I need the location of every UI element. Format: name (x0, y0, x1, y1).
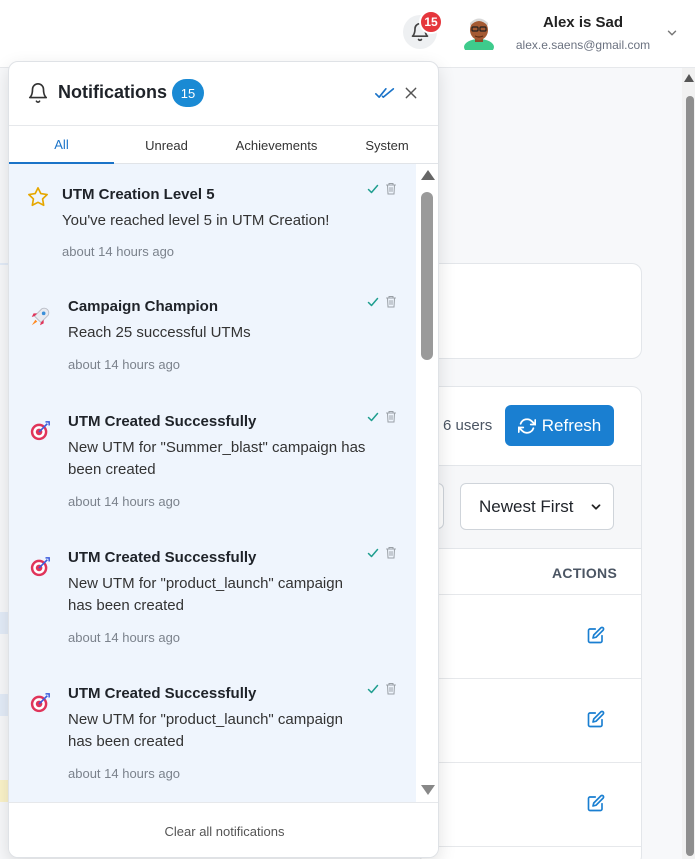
panel-header: Notifications 15 (9, 62, 438, 126)
panel-title: Notifications (58, 82, 168, 102)
background-row-edge (0, 694, 8, 716)
notification-message: New UTM for "product_launch" campaign ha… (68, 711, 343, 750)
user-email: alex.e.saens@gmail.com (515, 38, 651, 52)
bell-icon (28, 83, 48, 103)
list-item[interactable]: UTM Created Successfully New UTM for "pr… (9, 662, 416, 802)
notification-time: about 14 hours ago (68, 766, 181, 781)
check-icon[interactable] (367, 296, 379, 308)
edit-icon[interactable] (587, 710, 605, 728)
notification-message: You've reached level 5 in UTM Creation! (62, 212, 330, 229)
notification-title: Campaign Champion (68, 298, 219, 315)
trash-icon[interactable] (385, 546, 397, 559)
summary-card (420, 263, 642, 359)
notification-title: UTM Created Successfully (68, 685, 257, 702)
notification-time: about 14 hours ago (62, 244, 175, 259)
tab-system[interactable]: System (334, 126, 438, 164)
notification-time: about 14 hours ago (68, 494, 181, 509)
sort-select-value: Newest First (479, 496, 574, 516)
chevron-down-icon (591, 504, 601, 510)
check-icon[interactable] (367, 547, 379, 559)
notification-time: about 14 hours ago (68, 357, 181, 372)
notifications-panel: Notifications 15 All Unread Achievements… (8, 61, 439, 858)
actions-column-header: ACTIONS (552, 565, 618, 581)
refresh-button[interactable]: Refresh (505, 405, 614, 446)
star-icon (28, 187, 48, 207)
check-icon[interactable] (367, 183, 379, 195)
notification-time: about 14 hours ago (68, 630, 181, 645)
list-item[interactable]: UTM Created Successfully New UTM for "pr… (9, 526, 416, 662)
edit-icon[interactable] (587, 626, 605, 644)
table-row-divider (421, 678, 641, 679)
target-icon (30, 693, 50, 713)
notification-title: UTM Created Successfully (68, 549, 257, 566)
background-row-edge (0, 263, 8, 265)
scroll-down-icon[interactable] (421, 785, 435, 795)
tab-unread[interactable]: Unread (114, 126, 219, 164)
trash-icon[interactable] (385, 410, 397, 423)
users-count: 6 users (443, 417, 493, 434)
table-row-divider (421, 762, 641, 763)
table-row-divider (421, 594, 641, 595)
user-name[interactable]: Alex is Sad (510, 14, 656, 31)
check-icon[interactable] (367, 411, 379, 423)
notification-list: UTM Creation Level 5 You've reached leve… (9, 164, 416, 802)
notification-count-badge: 15 (419, 10, 443, 34)
scroll-up-icon[interactable] (421, 170, 435, 180)
top-header: 15 Alex is Sad alex.e.saens@gmail.com (0, 0, 695, 68)
edit-icon[interactable] (587, 794, 605, 812)
rocket-icon (31, 307, 50, 326)
background-row-edge (0, 612, 8, 634)
notification-scroll-thumb[interactable] (421, 192, 433, 360)
target-icon (30, 421, 50, 441)
trash-icon[interactable] (385, 682, 397, 695)
notification-title: UTM Created Successfully (68, 413, 257, 430)
list-item[interactable]: UTM Created Successfully New UTM for "Su… (9, 390, 416, 526)
check-icon[interactable] (367, 683, 379, 695)
mark-all-read-icon[interactable] (375, 86, 395, 100)
notification-tabs: All Unread Achievements System (9, 126, 438, 164)
users-table-card (420, 386, 642, 859)
chevron-down-icon[interactable] (665, 26, 679, 40)
target-icon (30, 557, 50, 577)
notification-message: Reach 25 successful UTMs (68, 324, 251, 341)
notification-title: UTM Creation Level 5 (62, 186, 215, 203)
list-item[interactable]: Campaign Champion Reach 25 successful UT… (9, 276, 416, 390)
avatar[interactable] (463, 16, 495, 50)
clear-all-button[interactable]: Clear all notifications (9, 802, 438, 857)
list-item[interactable]: UTM Creation Level 5 You've reached leve… (9, 164, 416, 276)
close-icon[interactable] (404, 86, 418, 100)
sort-select[interactable]: Newest First (460, 483, 614, 530)
unread-count-badge: 15 (172, 79, 204, 107)
refresh-label: Refresh (541, 415, 602, 435)
notification-message: New UTM for "Summer_blast" campaign has … (68, 439, 366, 478)
tab-achievements[interactable]: Achievements (219, 126, 334, 164)
background-row-edge (0, 780, 8, 802)
page-scroll-thumb[interactable] (686, 96, 694, 856)
tab-all[interactable]: All (9, 126, 114, 164)
trash-icon[interactable] (385, 182, 397, 195)
trash-icon[interactable] (385, 295, 397, 308)
refresh-icon (517, 417, 536, 434)
notification-message: New UTM for "product_launch" campaign ha… (68, 575, 343, 614)
scroll-up-icon[interactable] (684, 74, 694, 82)
table-row-divider (421, 846, 641, 847)
